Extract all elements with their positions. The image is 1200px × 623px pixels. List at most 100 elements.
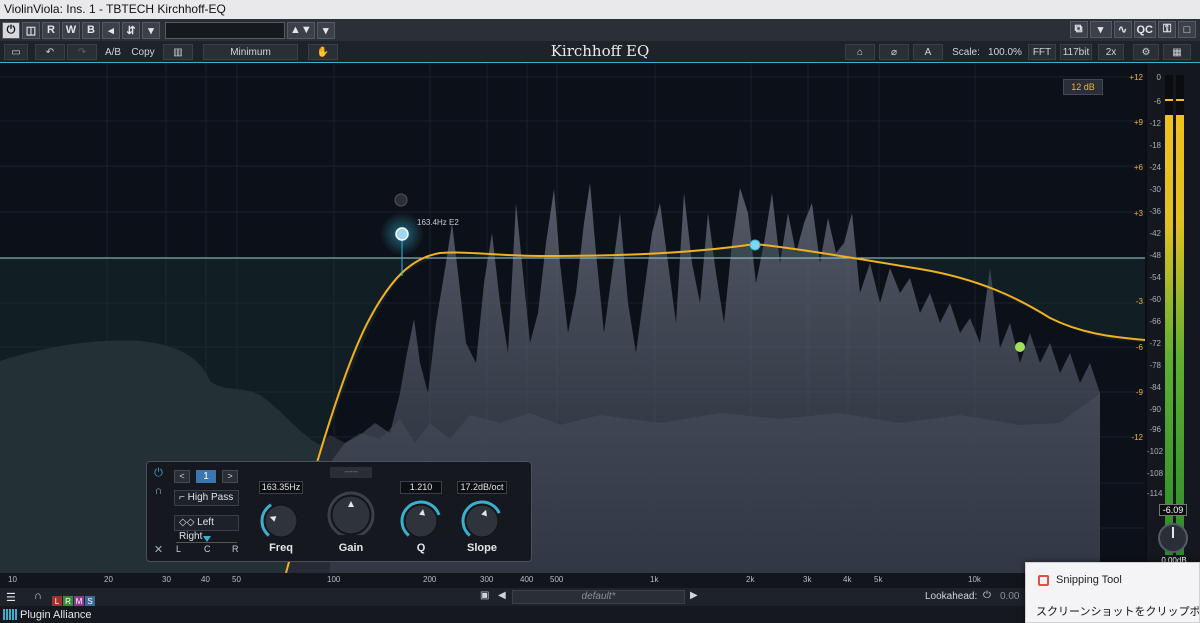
meter-left (1165, 75, 1173, 555)
hand-icon[interactable]: ✋ (308, 44, 338, 60)
q-knob[interactable] (397, 499, 445, 541)
lookahead-power-icon[interactable]: ⏻ (983, 590, 991, 601)
piano-icon[interactable]: ▥ (163, 44, 193, 60)
prev-preset-icon[interactable]: ◀ (498, 590, 506, 601)
headphone-icon[interactable]: ∩ (34, 590, 42, 602)
stereo-mode-select[interactable]: ◇◇ Left Right (174, 515, 239, 542)
freq-tick: 5k (874, 575, 883, 584)
band-3-node (1015, 342, 1025, 352)
window-title: ViolinViola: Ins. 1 - TBTECH Kirchhoff-E… (0, 0, 1200, 19)
freq-tick: 200 (423, 575, 437, 584)
settings-icon[interactable]: ⚙ (1133, 44, 1159, 60)
q-value[interactable]: 1.210 (400, 481, 442, 494)
brand-label: Plugin Alliance (20, 609, 92, 621)
gain-tick: +6 (1133, 163, 1143, 172)
save-preset-icon[interactable]: ▣ (480, 590, 489, 601)
ab-button[interactable]: A/B (101, 44, 125, 60)
gain-tick: -9 (1135, 388, 1143, 397)
lookahead-label: Lookahead: (925, 591, 978, 602)
band-solo-headphone-icon[interactable]: ∩ (150, 483, 167, 500)
plugin-title: Kirchhoff EQ (550, 42, 650, 60)
sidechain-button[interactable]: ⇵ (122, 21, 140, 39)
compare-button[interactable]: ◫ (22, 21, 40, 39)
lookahead-value[interactable]: 0.00 (1000, 591, 1019, 602)
preset-up-down-button[interactable]: ▲▼ (287, 21, 315, 39)
power-button[interactable]: ⏻ (2, 21, 20, 39)
bitdepth-button[interactable]: 117bit (1060, 44, 1092, 60)
band-delete-icon[interactable]: ✕ (150, 542, 167, 559)
channel-dropdown[interactable]: ▾ (1089, 21, 1112, 38)
copy-button[interactable]: Copy (128, 44, 158, 60)
write-automation-button[interactable]: W (62, 21, 80, 39)
camera-icon[interactable]: ⧉ (1069, 21, 1088, 38)
freq-tick: 2k (746, 575, 755, 584)
bottom-bar: ☰ ∩ LRMS ▣ ◀ default* ▶ Lookahead: ⏻ 0.0… (0, 588, 1200, 607)
freq-tick: 4k (843, 575, 852, 584)
next-preset-icon[interactable]: ▶ (690, 590, 698, 601)
freq-value[interactable]: 163.35Hz (259, 481, 303, 494)
undo-button[interactable]: ↶ (35, 44, 65, 60)
phase-mode-select[interactable]: Minimum (203, 44, 298, 60)
meter-tick: -102 (1147, 447, 1164, 456)
freq-tick: 40 (201, 575, 210, 584)
freq-tick: 500 (550, 575, 564, 584)
freq-label: Freq (269, 542, 293, 554)
redo-button[interactable]: ↷ (67, 44, 97, 60)
bypass-button[interactable]: B (82, 21, 100, 39)
snipping-tool-toast[interactable]: Snipping Tool スクリーンショットをクリップボードにコピ (1025, 562, 1200, 623)
save-icon[interactable]: ⌂ (845, 44, 875, 60)
freq-knob[interactable] (257, 499, 305, 541)
band-power-icon[interactable]: ⏻ (150, 465, 167, 482)
options-dropdown-button[interactable]: ▾ (142, 21, 160, 39)
read-automation-button[interactable]: R (42, 21, 60, 39)
snipping-tool-icon (1038, 575, 1049, 586)
slope-value[interactable]: 17.2dB/oct (457, 481, 507, 494)
gain-label: Gain (338, 542, 364, 554)
preset-name[interactable]: default* (512, 590, 685, 604)
waveform-icon[interactable]: ∿ (1113, 21, 1132, 38)
gain-tick: +3 (1133, 209, 1143, 218)
filter-type-label: High Pass (187, 492, 234, 503)
folder-icon[interactable]: ▭ (4, 44, 28, 60)
lock-icon[interactable]: ⚿ (1158, 21, 1176, 38)
grid-icon[interactable]: ▦ (1163, 44, 1191, 60)
pan-slider[interactable]: L C R (174, 536, 239, 554)
preset-dropdown-button[interactable]: ▾ (316, 21, 335, 39)
meter-tick: -30 (1149, 185, 1161, 194)
output-gain-knob[interactable] (1155, 520, 1191, 556)
close-icon[interactable]: □ (1178, 21, 1196, 38)
gain-tick: +12 (1129, 73, 1143, 82)
meter-tick: -78 (1149, 361, 1161, 370)
pan-handle-icon[interactable] (203, 536, 211, 542)
slope-label: Slope (467, 542, 497, 554)
db-range-button[interactable]: 12 dB (1063, 79, 1103, 95)
fft-button[interactable]: FFT (1028, 44, 1056, 60)
pan-label-l: L (176, 544, 182, 554)
toast-text: スクリーンショットをクリップボードにコピ (1036, 606, 1199, 618)
prev-band-button[interactable]: < (174, 470, 190, 483)
oversample-button[interactable]: 2x (1098, 44, 1124, 60)
pan-label-c: C (204, 544, 211, 554)
band-2-node (749, 239, 761, 251)
scale-value[interactable]: 100.0% (985, 44, 1025, 60)
toast-title: Snipping Tool (1056, 574, 1122, 586)
qc-button[interactable]: QC (1133, 21, 1156, 38)
preset-combo[interactable] (165, 21, 285, 39)
prev-preset-button[interactable]: ◂ (102, 21, 120, 39)
gain-tick: +9 (1133, 118, 1143, 127)
meter-tick: 0 (1156, 73, 1161, 82)
freq-tick: 10k (968, 575, 981, 584)
next-band-button[interactable]: > (222, 470, 238, 483)
meter-tick: -6 (1153, 97, 1161, 106)
a-button[interactable]: A (913, 44, 943, 60)
footer: Plugin Alliance (0, 606, 1200, 623)
meter-tick: -108 (1147, 469, 1164, 478)
band-number[interactable]: 1 (196, 470, 216, 483)
solo-headphone-icon (394, 193, 408, 207)
filter-type-select[interactable]: ⌐ High Pass (174, 490, 239, 506)
gain-knob[interactable] (321, 487, 381, 535)
menu-icon[interactable]: ☰ (6, 591, 26, 604)
slope-knob[interactable] (458, 499, 506, 541)
phase-icon[interactable]: ⌀ (879, 44, 909, 60)
meter-tick: -54 (1149, 273, 1161, 282)
